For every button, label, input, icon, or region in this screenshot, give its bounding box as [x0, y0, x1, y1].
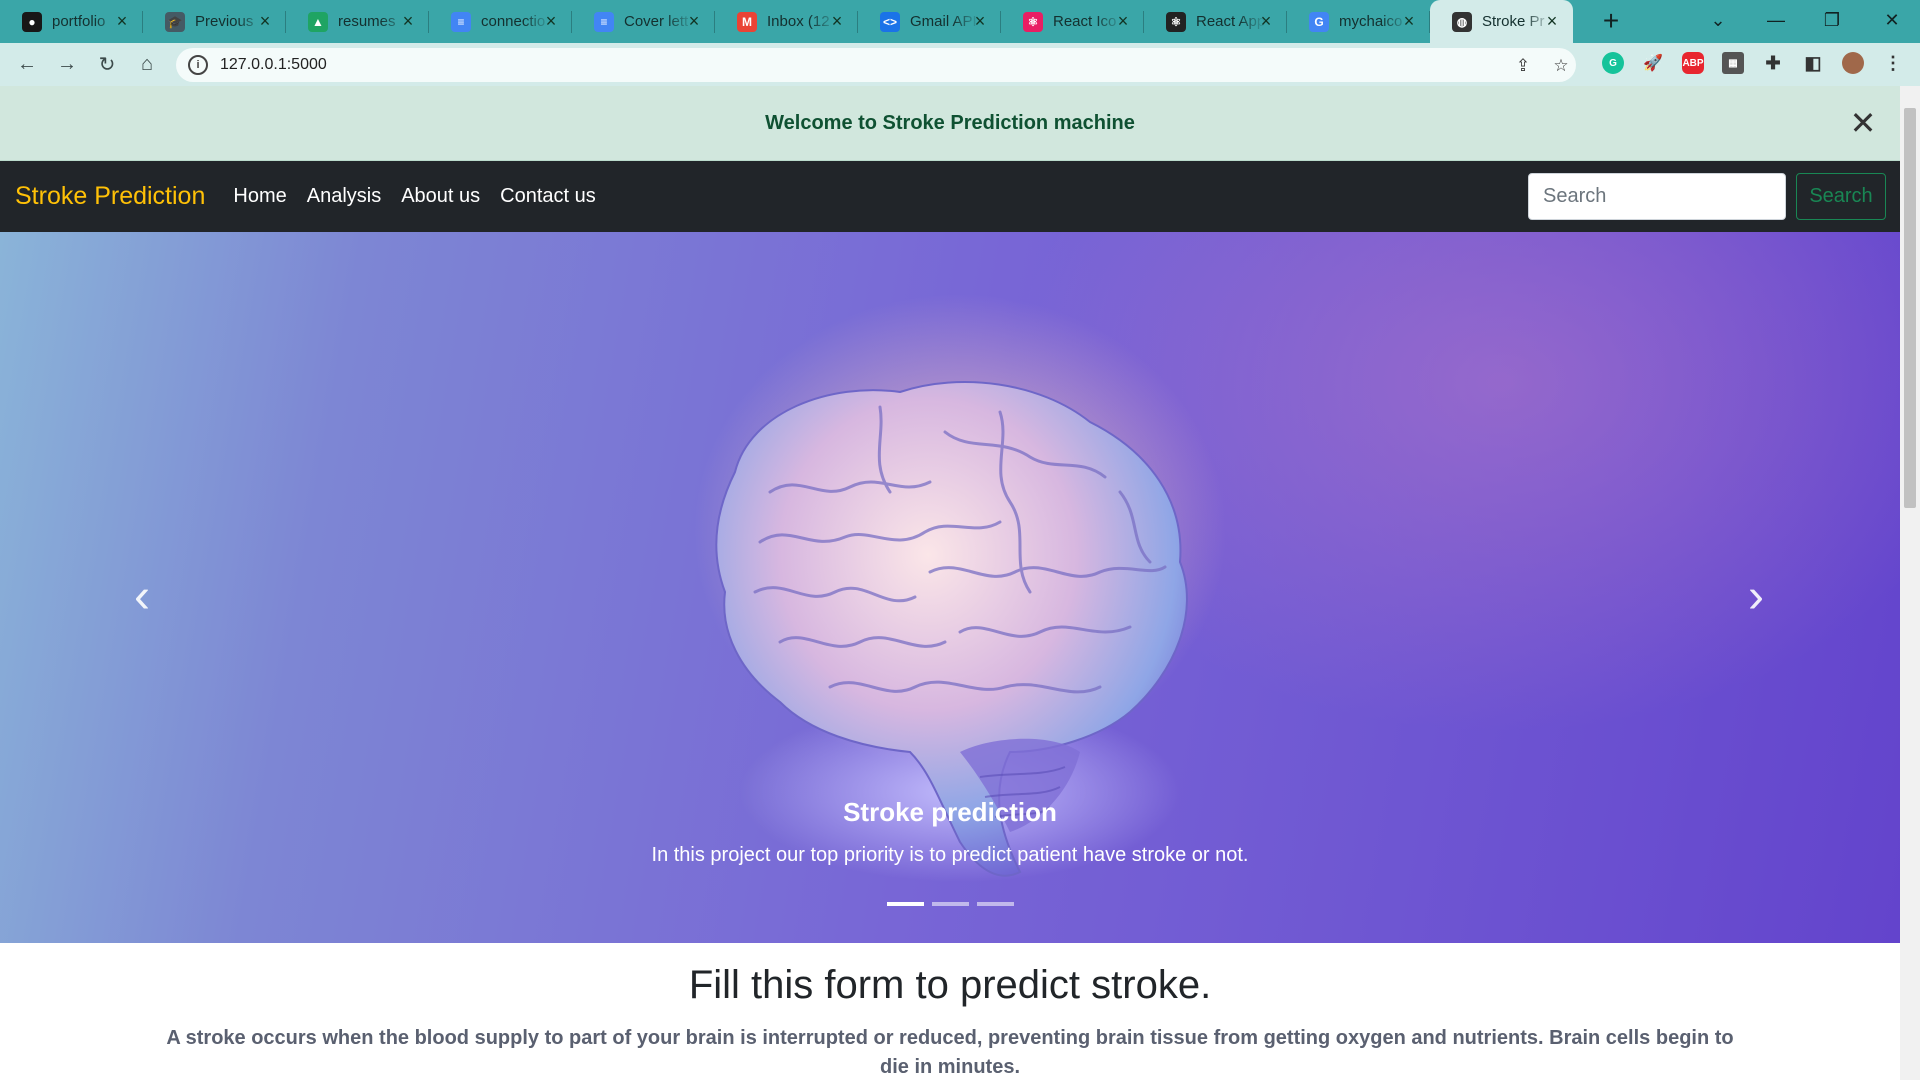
carousel-indicator-2[interactable]	[931, 902, 969, 906]
tab-close-icon[interactable]: ×	[111, 10, 133, 32]
side-panel-icon[interactable]: ◧	[1802, 52, 1824, 74]
code-icon: <>	[880, 11, 900, 32]
page-viewport: Welcome to Stroke Prediction machine ✕ S…	[0, 86, 1900, 1080]
rocket-extension-icon[interactable]: 🚀	[1642, 52, 1664, 74]
react-icon: ⚛	[1023, 11, 1043, 32]
carousel-caption: Stroke prediction In this project our to…	[0, 797, 1900, 867]
browser-tab[interactable]: ◍ Stroke Pr ×	[1430, 0, 1573, 43]
carousel-indicators	[0, 902, 1900, 906]
search-input[interactable]	[1528, 173, 1786, 220]
restore-icon[interactable]: ❐	[1804, 0, 1860, 40]
url-text[interactable]: 127.0.0.1:5000	[220, 56, 327, 74]
close-window-icon[interactable]: ✕	[1864, 0, 1920, 40]
alert-close-icon[interactable]: ✕	[1848, 107, 1878, 139]
github-icon: ●	[22, 11, 42, 32]
nav-link-home[interactable]: Home	[233, 185, 286, 208]
browser-tab[interactable]: 🎓 Previous ×	[143, 0, 286, 43]
search-button[interactable]: Search	[1796, 173, 1886, 220]
search-form: Search	[1528, 173, 1886, 220]
tab-close-icon[interactable]: ×	[1255, 10, 1277, 32]
menu-kebab-icon[interactable]: ⋮	[1882, 52, 1904, 74]
share-icon[interactable]: ⇪	[1512, 55, 1534, 77]
gmail-icon: M	[737, 11, 757, 32]
home-icon[interactable]: ⌂	[132, 49, 162, 79]
bookmark-star-icon[interactable]: ☆	[1550, 55, 1572, 77]
browser-tab[interactable]: ⚛ React App ×	[1144, 0, 1287, 43]
graduation-cap-icon: 🎓	[165, 11, 185, 32]
alert-text: Welcome to Stroke Prediction machine	[765, 111, 1135, 134]
browser-tab[interactable]: ≡ Cover lett ×	[572, 0, 715, 43]
carousel-indicator-1[interactable]	[886, 902, 924, 906]
carousel-indicator-3[interactable]	[976, 902, 1014, 906]
navbar-brand[interactable]: Stroke Prediction	[15, 182, 205, 211]
tab-close-icon[interactable]: ×	[826, 10, 848, 32]
nav-link-analysis[interactable]: Analysis	[307, 185, 381, 208]
minimize-icon[interactable]: —	[1748, 0, 1804, 40]
browser-toolbar: ← → ↻ ⌂ i 127.0.0.1:5000 ⇪ ☆ G 🚀 ABP ▦ ✚…	[0, 43, 1920, 86]
tab-close-icon[interactable]: ×	[540, 10, 562, 32]
google-docs-icon: ≡	[594, 11, 614, 32]
browser-tab-bar: ● portfolio × 🎓 Previous × ▲ resumes × ≡ connectio…	[0, 0, 1920, 43]
back-icon[interactable]: ←	[12, 49, 42, 79]
google-icon: G	[1309, 11, 1329, 32]
welcome-alert: Welcome to Stroke Prediction machine ✕	[0, 86, 1900, 161]
tab-close-icon[interactable]: ×	[683, 10, 705, 32]
reload-icon[interactable]: ↻	[92, 49, 122, 79]
tab-search-icon[interactable]: ⌄	[1690, 0, 1746, 40]
new-tab-button[interactable]: +	[1597, 7, 1625, 35]
adblock-extension-icon[interactable]: ABP	[1682, 52, 1704, 74]
browser-tab[interactable]: ≡ connectio ×	[429, 0, 572, 43]
browser-tab[interactable]: Gmychaico ×	[1287, 0, 1430, 43]
tab-close-icon[interactable]: ×	[397, 10, 419, 32]
google-docs-icon: ≡	[451, 11, 471, 32]
tab-close-icon[interactable]: ×	[1398, 10, 1420, 32]
browser-tab[interactable]: ● portfolio ×	[0, 0, 143, 43]
extensions-puzzle-icon[interactable]: ✚	[1762, 52, 1784, 74]
scrollbar-thumb[interactable]	[1904, 108, 1916, 508]
browser-tab[interactable]: ▲ resumes ×	[286, 0, 429, 43]
nav-links: Home Analysis About us Contact us	[233, 185, 615, 208]
hero-carousel: ‹ › Stroke prediction In this project ou…	[0, 232, 1900, 943]
qr-code-extension-icon[interactable]: ▦	[1722, 52, 1744, 74]
carousel-prev-icon[interactable]: ‹	[122, 572, 162, 622]
navbar: Stroke Prediction Home Analysis About us…	[0, 161, 1900, 232]
form-section: Fill this form to predict stroke. A stro…	[0, 943, 1900, 1080]
browser-tab[interactable]: <> Gmail API ×	[858, 0, 1001, 43]
browser-tab[interactable]: ⚛ React Ico ×	[1001, 0, 1144, 43]
tab-close-icon[interactable]: ×	[1541, 10, 1563, 32]
form-description: A stroke occurs when the blood supply to…	[166, 1027, 1734, 1078]
carousel-caption-text: In this project our top priority is to p…	[651, 844, 1249, 866]
forward-icon[interactable]: →	[52, 49, 82, 79]
browser-tab[interactable]: M Inbox (12 ×	[715, 0, 858, 43]
form-title: Fill this form to predict stroke.	[688, 963, 1212, 1007]
profile-avatar[interactable]	[1842, 52, 1864, 74]
grammarly-extension-icon[interactable]: G	[1602, 52, 1624, 74]
globe-icon: ◍	[1452, 11, 1472, 32]
carousel-caption-title: Stroke prediction	[843, 797, 1057, 827]
page-scrollbar[interactable]	[1900, 86, 1920, 1080]
site-info-icon[interactable]: i	[188, 55, 208, 75]
tab-close-icon[interactable]: ×	[254, 10, 276, 32]
tab-close-icon[interactable]: ×	[969, 10, 991, 32]
nav-link-contact-us[interactable]: Contact us	[500, 185, 596, 208]
address-bar[interactable]: i 127.0.0.1:5000 ⇪ ☆	[176, 48, 1576, 82]
google-drive-icon: ▲	[308, 11, 328, 32]
tab-close-icon[interactable]: ×	[1112, 10, 1134, 32]
nav-link-about-us[interactable]: About us	[401, 185, 480, 208]
carousel-next-icon[interactable]: ›	[1736, 572, 1776, 622]
react-icon: ⚛	[1166, 11, 1186, 32]
